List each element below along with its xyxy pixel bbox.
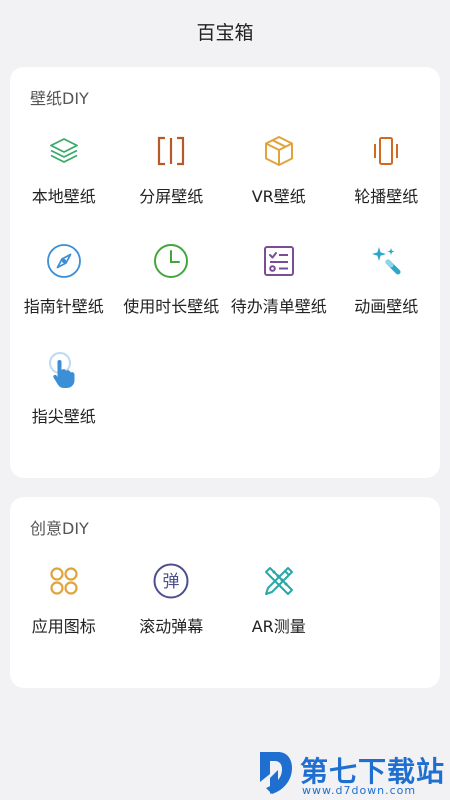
finger-tap-icon bbox=[44, 351, 84, 391]
tool-local-wallpaper[interactable]: 本地壁纸 bbox=[10, 131, 118, 241]
magic-wand-icon bbox=[366, 241, 406, 281]
tool-scroll-danmaku[interactable]: 弹 滚动弹幕 bbox=[118, 561, 226, 671]
tool-label: 分屏壁纸 bbox=[139, 187, 204, 206]
header: 百宝箱 bbox=[0, 0, 450, 62]
tool-label: 滚动弹幕 bbox=[139, 617, 204, 636]
tool-animated-wallpaper[interactable]: 动画壁纸 bbox=[333, 241, 441, 351]
danmaku-glyph: 弹 bbox=[163, 572, 180, 592]
split-screen-icon bbox=[151, 131, 191, 171]
tool-split-wallpaper[interactable]: 分屏壁纸 bbox=[118, 131, 226, 241]
tool-label: 本地壁纸 bbox=[31, 187, 96, 206]
tool-label: 指南针壁纸 bbox=[23, 297, 104, 316]
page-title: 百宝箱 bbox=[196, 21, 254, 44]
compass-icon bbox=[44, 241, 84, 281]
clock-icon bbox=[151, 241, 191, 281]
tool-label: VR壁纸 bbox=[251, 187, 306, 206]
tool-carousel-wallpaper[interactable]: 轮播壁纸 bbox=[333, 131, 441, 241]
tool-label: 动画壁纸 bbox=[354, 297, 419, 316]
tool-ar-measure[interactable]: AR测量 bbox=[225, 561, 333, 671]
cube-icon bbox=[259, 131, 299, 171]
carousel-icon bbox=[366, 131, 406, 171]
tool-vr-wallpaper[interactable]: VR壁纸 bbox=[225, 131, 333, 241]
checklist-icon bbox=[259, 241, 299, 281]
tool-usage-time-wallpaper[interactable]: 使用时长壁纸 bbox=[118, 241, 226, 351]
tool-fingertip-wallpaper[interactable]: 指尖壁纸 bbox=[10, 351, 118, 461]
wallpaper-diy-card: 壁纸DIY 本地壁纸 分屏壁纸 VR壁纸 轮播壁纸 指南针壁纸 使用时长壁纸 待… bbox=[10, 67, 440, 478]
section-title: 壁纸DIY bbox=[30, 89, 89, 108]
watermark: 第七下载站 www.d7down.com bbox=[256, 748, 446, 798]
tool-todo-wallpaper[interactable]: 待办清单壁纸 bbox=[225, 241, 333, 351]
tool-compass-wallpaper[interactable]: 指南针壁纸 bbox=[10, 241, 118, 351]
layers-icon bbox=[44, 131, 84, 171]
tool-label: 应用图标 bbox=[31, 617, 96, 636]
danmaku-icon: 弹 bbox=[151, 561, 191, 601]
tool-app-icon[interactable]: 应用图标 bbox=[10, 561, 118, 671]
d7-logo-icon bbox=[260, 752, 292, 794]
ruler-pencil-icon bbox=[259, 561, 299, 601]
creative-diy-card: 创意DIY 应用图标 弹 滚动弹幕 AR测量 bbox=[10, 497, 440, 688]
app-grid-icon bbox=[44, 561, 84, 601]
tool-label: 轮播壁纸 bbox=[354, 187, 419, 206]
watermark-url: www.d7down.com bbox=[302, 784, 417, 797]
tool-label: 使用时长壁纸 bbox=[123, 297, 220, 316]
tool-label: 待办清单壁纸 bbox=[230, 297, 327, 316]
tool-label: 指尖壁纸 bbox=[31, 407, 96, 426]
tool-label: AR测量 bbox=[251, 617, 306, 636]
section-title: 创意DIY bbox=[30, 519, 89, 538]
